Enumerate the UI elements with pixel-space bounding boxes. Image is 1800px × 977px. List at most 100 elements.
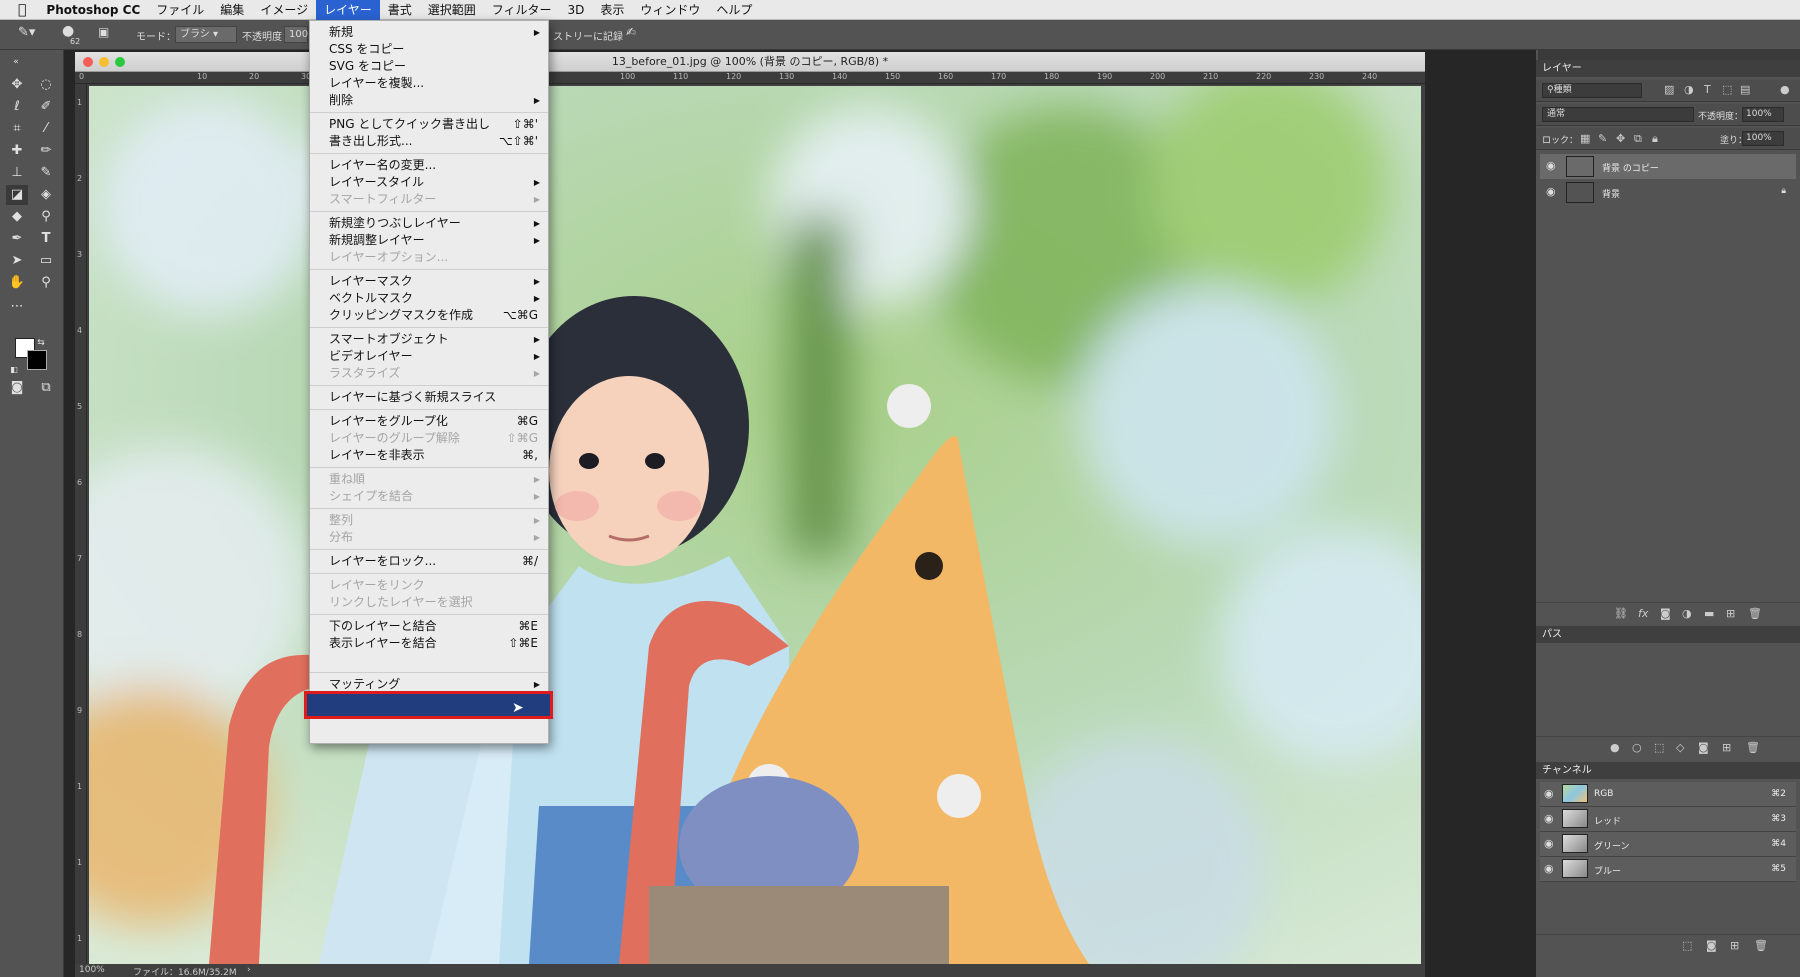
zoom-window-icon[interactable] xyxy=(115,57,125,67)
layer-menu-item[interactable]: スマートオブジェクト ▶ xyxy=(310,331,548,348)
layer-menu-item[interactable]: レイヤーを非表示 ⌘, xyxy=(310,447,548,464)
eye-icon[interactable]: ◉ xyxy=(1546,159,1556,172)
canvas-photo[interactable] xyxy=(89,86,1421,964)
eyedropper-icon[interactable]: ⁄ xyxy=(35,119,57,139)
layer-menu-item[interactable]: 新規塗りつぶしレイヤー ▶ xyxy=(310,215,548,232)
lock-artboard-icon[interactable]: ⧉ xyxy=(1634,132,1642,146)
layer-menu-item[interactable]: 下のレイヤーと結合 ⌘E xyxy=(310,618,548,635)
layer-menu-item[interactable]: レイヤーをロック... ⌘/ xyxy=(310,553,548,570)
layer-menu-item[interactable]: クリッピングマスクを作成 ⌥⌘G xyxy=(310,307,548,324)
eye-icon[interactable]: ◉ xyxy=(1544,787,1554,800)
layer-menu-item[interactable]: レイヤーをグループ化 ⌘G xyxy=(310,413,548,430)
status-arrow-icon[interactable]: › xyxy=(247,965,251,975)
path-select-icon[interactable]: ➤ xyxy=(6,251,28,271)
layer-menu-item[interactable]: 新規 ▶ xyxy=(310,24,548,41)
menu-filter[interactable]: フィルター xyxy=(484,0,560,20)
healing-brush-icon[interactable]: ✚ xyxy=(6,141,28,161)
menu-select[interactable]: 選択範囲 xyxy=(420,0,484,20)
default-colors-icon[interactable]: ◧ xyxy=(8,360,20,380)
layer-menu-item[interactable]: 書き出し形式... ⌥⇧⌘' xyxy=(310,133,548,150)
eye-icon[interactable]: ◉ xyxy=(1544,837,1554,850)
layer-menu-item[interactable]: 新規調整レイヤー ▶ xyxy=(310,232,548,249)
mode-dropdown[interactable]: ブラシ ▾ xyxy=(175,26,237,43)
layer-menu-item[interactable]: ベクトルマスク ▶ xyxy=(310,290,548,307)
marquee-tool-icon[interactable]: ◌ xyxy=(35,75,57,95)
channel-row[interactable]: ◉ レッド ⌘3 xyxy=(1540,807,1796,832)
stroke-path-icon[interactable]: ○ xyxy=(1632,741,1642,754)
eraser-tool-icon[interactable]: ◪ xyxy=(6,185,28,205)
type-tool-icon[interactable]: T xyxy=(35,229,57,249)
rectangle-tool-icon[interactable]: ▭ xyxy=(35,251,57,271)
filter-adjust-icon[interactable]: ◑ xyxy=(1684,83,1694,96)
lasso-tool-icon[interactable]: ℓ xyxy=(6,97,28,117)
load-selection-icon[interactable]: ⬚ xyxy=(1654,741,1664,754)
app-menu[interactable]: Photoshop CC xyxy=(38,0,148,20)
quick-mask-icon[interactable]: ◙ xyxy=(6,378,28,398)
layer-menu-item[interactable]: SVG をコピー xyxy=(310,58,548,75)
vertical-ruler[interactable]: 1 2 3 4 5 6 7 8 9 1 1 1 xyxy=(75,84,87,977)
paint-bucket-icon[interactable]: ◈ xyxy=(35,185,57,205)
quick-select-icon[interactable]: ✐ xyxy=(35,97,57,117)
filter-shape-icon[interactable]: ⬚ xyxy=(1722,83,1732,96)
menu-file[interactable]: ファイル xyxy=(148,0,212,20)
make-workpath-icon[interactable]: ◇ xyxy=(1676,741,1684,754)
path-mask-icon[interactable]: ◙ xyxy=(1698,741,1709,754)
filter-type-icon[interactable]: T xyxy=(1704,83,1711,96)
eraser-tool-icon[interactable]: ✎▾ xyxy=(18,25,35,40)
swap-colors-icon[interactable]: ⇆ xyxy=(35,333,47,353)
new-group-icon[interactable]: ▬ xyxy=(1704,607,1714,620)
eye-icon[interactable]: ◉ xyxy=(1544,812,1554,825)
crop-tool-icon[interactable]: ⌗ xyxy=(6,119,28,139)
brush-panel-icon[interactable]: ▣ xyxy=(98,25,109,39)
channels-panel-tab[interactable]: チャンネル xyxy=(1536,762,1800,779)
opacity-input[interactable]: 100 xyxy=(284,26,308,43)
dodge-tool-icon[interactable]: ⚲ xyxy=(35,207,57,227)
menu-edit[interactable]: 編集 xyxy=(212,0,252,20)
hand-tool-icon[interactable]: ✋ xyxy=(6,273,28,293)
layer-menu-item[interactable]: レイヤーを複製... xyxy=(310,75,548,92)
paths-panel-tab[interactable]: パス xyxy=(1536,626,1800,643)
filter-pixel-icon[interactable]: ▨ xyxy=(1664,83,1674,96)
horizontal-ruler[interactable]: 0 10 20 30 100 110 120 130 140 150 160 1… xyxy=(75,72,1425,84)
trash-icon[interactable]: 🗑︎ xyxy=(1748,607,1762,620)
fill-input[interactable]: 100% xyxy=(1742,131,1784,146)
new-channel-icon[interactable]: ⊞ xyxy=(1730,939,1739,952)
channel-selection-icon[interactable]: ⬚ xyxy=(1682,939,1692,952)
eye-icon[interactable]: ◉ xyxy=(1546,185,1556,198)
delete-channel-icon[interactable]: 🗑︎ xyxy=(1754,939,1768,952)
eye-icon[interactable]: ◉ xyxy=(1544,862,1554,875)
filter-toggle-icon[interactable]: ● xyxy=(1780,83,1790,96)
layers-panel-tab[interactable]: レイヤー xyxy=(1536,60,1800,77)
menu-layer[interactable]: レイヤー xyxy=(316,0,380,20)
channel-mask-icon[interactable]: ◙ xyxy=(1706,939,1717,952)
new-path-icon[interactable]: ⊞ xyxy=(1722,741,1731,754)
lock-all-icon[interactable]: 🔒︎ xyxy=(1652,132,1658,146)
link-layers-icon[interactable]: ⛓ xyxy=(1614,607,1628,620)
add-mask-icon[interactable]: ◙ xyxy=(1660,607,1671,620)
collapse-icon[interactable]: « xyxy=(5,52,27,72)
menu-type[interactable]: 書式 xyxy=(380,0,420,20)
layer-menu-item[interactable]: CSS をコピー xyxy=(310,41,548,58)
history-brush-icon[interactable]: ✎ xyxy=(35,163,57,183)
screen-mode-icon[interactable]: ⧉ xyxy=(35,378,57,398)
layer-row[interactable]: ◉ 背景 のコピー xyxy=(1540,154,1796,179)
close-window-icon[interactable] xyxy=(83,57,93,67)
new-layer-icon[interactable]: ⊞ xyxy=(1726,607,1735,620)
fx-icon[interactable]: fx xyxy=(1638,607,1648,620)
layer-menu-item[interactable]: 表示レイヤーを結合 ⇧⌘E xyxy=(310,635,548,652)
menu-help[interactable]: ヘルプ xyxy=(708,0,760,20)
background-color[interactable] xyxy=(27,350,47,370)
more-tools-icon[interactable]: ⋯ xyxy=(6,297,28,317)
blend-mode-dropdown[interactable]: 通常 xyxy=(1542,107,1694,122)
layer-filter-dropdown[interactable]: ⚲種類 xyxy=(1542,83,1642,98)
pressure-icon[interactable]: ✍ xyxy=(626,25,636,39)
fill-path-icon[interactable]: ● xyxy=(1610,741,1620,754)
layer-menu-item[interactable]: レイヤーマスク ▶ xyxy=(310,273,548,290)
menu-view[interactable]: 表示 xyxy=(592,0,632,20)
layer-menu-item[interactable]: レイヤー名の変更... xyxy=(310,157,548,174)
channel-row[interactable]: ◉ ブルー ⌘5 xyxy=(1540,857,1796,882)
brush-tool-icon[interactable]: ✏ xyxy=(35,141,57,161)
channel-row[interactable]: ◉ RGB ⌘2 xyxy=(1540,782,1796,807)
channel-row[interactable]: ◉ グリーン ⌘4 xyxy=(1540,832,1796,857)
layer-opacity-input[interactable]: 100% xyxy=(1742,107,1784,122)
